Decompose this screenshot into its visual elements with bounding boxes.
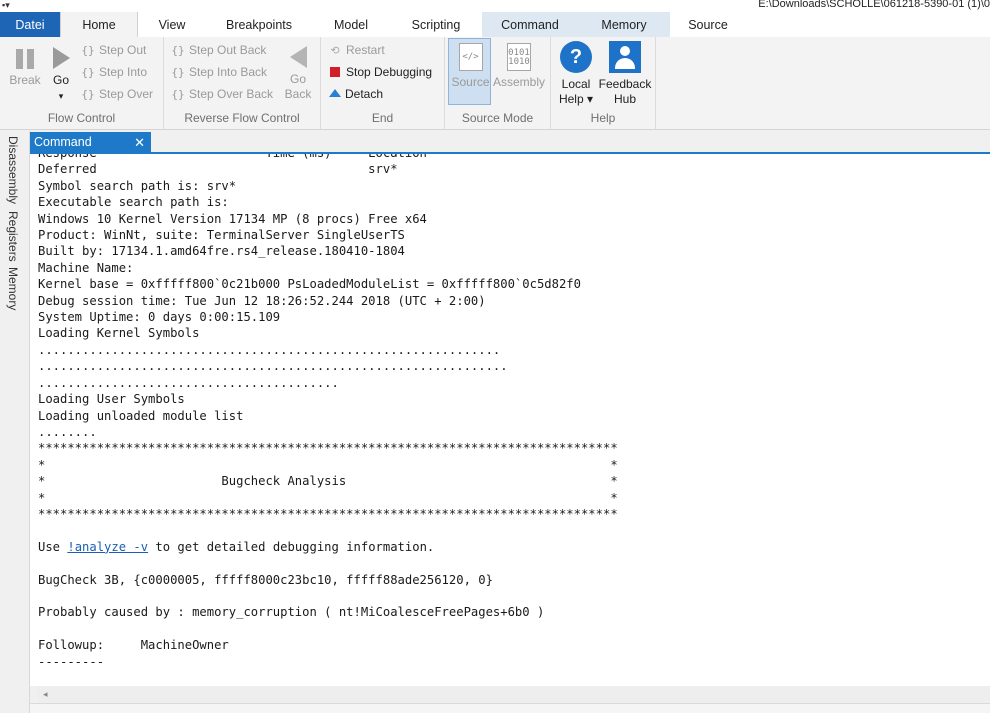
tab-breakpoints[interactable]: Breakpoints: [206, 12, 312, 37]
restart-button[interactable]: ⟲ Restart: [327, 40, 385, 60]
assembly-button[interactable]: 0101 1010 Assembly: [493, 41, 545, 90]
feedback-hub-icon: [609, 41, 641, 73]
go-button[interactable]: Go ▾: [46, 41, 76, 104]
help-label: Help: [590, 111, 616, 125]
step-into-back-button[interactable]: {} Step Into Back: [170, 62, 267, 82]
tab-command[interactable]: Command: [482, 12, 578, 37]
side-tab-disassembly[interactable]: Disassembly: [6, 136, 20, 204]
assembly-binary-icon: 0101 1010: [507, 43, 531, 71]
feedback-hub-label-2: Hub: [613, 92, 636, 106]
step-out-button[interactable]: {} Step Out: [80, 40, 146, 60]
ribbon-tab-strip: Datei Home View Breakpoints Model Scripting Co…: [0, 12, 990, 37]
assembly-label: Assembly: [493, 75, 546, 89]
ribbon: Break Go ▾ {} Step Out {} Step Into {} Step…: [0, 37, 990, 130]
command-output-text: Response Time (ms) Location Deferred srv…: [38, 154, 618, 670]
restart-icon: ⟲: [330, 44, 340, 57]
step-into-back-label: Step Into Back: [189, 65, 268, 79]
step-out-back-label: Step Out Back: [189, 43, 267, 57]
help-group: ? Local Help ▾ Feedback Hub Help: [551, 37, 656, 129]
stop-debugging-label: Stop Debugging: [346, 65, 433, 79]
source-mode-label: Source Mode: [461, 111, 534, 125]
step-into-label: Step Into: [99, 65, 148, 79]
go-back-icon: [289, 46, 307, 68]
source-button[interactable]: </> Source: [449, 41, 492, 90]
go-back-label-2: Back: [284, 87, 312, 101]
flow-control-group: Break Go ▾ {} Step Out {} Step Into {} Step…: [0, 37, 164, 129]
step-over-icon: {}: [81, 88, 95, 101]
local-help-label-1: Local: [561, 77, 591, 91]
side-tab-registers[interactable]: Registers: [6, 211, 20, 262]
pause-icon: [14, 47, 36, 69]
eject-icon: [329, 89, 341, 97]
tab-view[interactable]: View: [138, 12, 206, 37]
command-tab-label: Command: [34, 135, 92, 149]
analyze-v-link[interactable]: !analyze -v: [67, 540, 148, 554]
go-label: Go: [52, 73, 69, 87]
step-into-icon: {}: [81, 66, 95, 79]
step-over-label: Step Over: [99, 87, 154, 101]
output-text-before-link: Response Time (ms) Location Deferred srv…: [38, 154, 618, 554]
output-text-after-link: to get detailed debugging information. B…: [38, 539, 545, 669]
feedback-hub-label-1: Feedback: [598, 77, 652, 91]
command-output[interactable]: Response Time (ms) Location Deferred srv…: [30, 154, 990, 686]
step-into-back-icon: {}: [171, 66, 185, 79]
end-group: ⟲ Restart Stop Debugging Detach End: [321, 37, 445, 129]
local-help-label-2: Help ▾: [558, 92, 594, 106]
window-title-path: E:\Downloads\SCHOLLE\061218-5390-01 (1)\…: [758, 0, 990, 10]
step-over-button[interactable]: {} Step Over: [80, 84, 153, 104]
play-icon: [52, 47, 70, 69]
step-over-back-button[interactable]: {} Step Over Back: [170, 84, 273, 104]
step-into-button[interactable]: {} Step Into: [80, 62, 147, 82]
source-code-icon: </>: [458, 43, 483, 71]
scroll-left-icon[interactable]: ◂: [43, 689, 48, 700]
step-over-back-label: Step Over Back: [189, 87, 274, 101]
stop-debugging-button[interactable]: Stop Debugging: [327, 62, 432, 82]
go-dropdown-icon[interactable]: ▾: [59, 91, 64, 101]
break-button[interactable]: Break: [6, 41, 44, 88]
horizontal-scrollbar[interactable]: ◂: [37, 686, 990, 703]
detach-label: Detach: [345, 87, 384, 101]
tab-scripting[interactable]: Scripting: [390, 12, 482, 37]
flow-control-label: Flow Control: [47, 111, 116, 125]
reverse-flow-label: Reverse Flow Control: [184, 111, 300, 125]
go-back-button[interactable]: Go Back: [282, 41, 314, 102]
tab-model[interactable]: Model: [312, 12, 390, 37]
step-out-back-button[interactable]: {} Step Out Back: [170, 40, 266, 60]
tab-command[interactable]: Command ✕: [30, 132, 151, 154]
title-bar: ▪▾ E:\Downloads\SCHOLLE\061218-5390-01 (…: [0, 0, 990, 12]
step-out-label: Step Out: [99, 43, 147, 57]
tab-home[interactable]: Home: [60, 12, 138, 37]
go-back-label-1: Go: [289, 72, 306, 86]
local-help-button[interactable]: ? Local Help ▾: [557, 41, 595, 107]
tab-memory[interactable]: Memory: [578, 12, 670, 37]
tab-source[interactable]: Source: [670, 12, 746, 37]
command-input-area[interactable]: [30, 703, 990, 713]
side-tab-memory[interactable]: Memory: [6, 267, 20, 310]
reverse-flow-group: {} Step Out Back {} Step Into Back {} Step …: [164, 37, 321, 129]
app-menu-icon[interactable]: ▪▾: [2, 0, 10, 10]
detach-button[interactable]: Detach: [327, 84, 383, 104]
source-label: Source: [451, 75, 490, 89]
stop-icon: [330, 67, 340, 77]
end-label: End: [371, 111, 394, 125]
restart-label: Restart: [346, 43, 385, 57]
step-out-back-icon: {}: [171, 44, 185, 57]
source-mode-group: </> Source 0101 1010 Assembly Source Mode: [445, 37, 551, 129]
step-over-back-icon: {}: [171, 88, 185, 101]
command-window-tabbar: Command ✕: [30, 131, 990, 154]
break-label: Break: [9, 73, 41, 87]
tab-datei[interactable]: Datei: [0, 12, 60, 37]
close-icon[interactable]: ✕: [134, 132, 145, 153]
feedback-hub-button[interactable]: Feedback Hub: [597, 41, 653, 107]
help-icon: ?: [560, 41, 592, 73]
step-out-icon: {}: [81, 44, 95, 57]
side-panel-tabs: Disassembly Registers Memory: [0, 131, 30, 713]
